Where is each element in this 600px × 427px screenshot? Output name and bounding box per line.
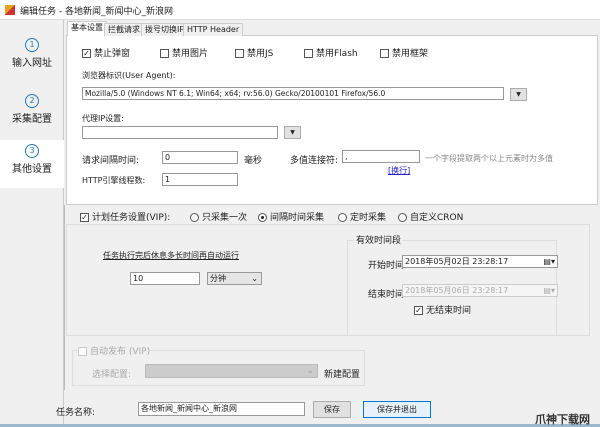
- check-disable-frames[interactable]: 禁用框架: [380, 46, 428, 59]
- period-title: 有效时间段: [354, 233, 404, 246]
- task-name-label: 任务名称:: [56, 408, 96, 418]
- title-bar: 编辑任务 - 各地新闻_新闻中心_新浪网: [0, 0, 600, 20]
- publish-select-label: 选择配置:: [92, 370, 132, 380]
- chevron-down-icon: ⌄: [306, 366, 314, 376]
- check-label: 禁用框架: [392, 49, 429, 59]
- tab-basic[interactable]: 基本设置: [67, 21, 107, 36]
- checkbox[interactable]: ✓: [82, 49, 91, 58]
- check-label: 禁用图片: [172, 49, 209, 59]
- end-label: 结束时间: [368, 290, 405, 300]
- tab-intercept[interactable]: 拦截请求: [104, 23, 144, 36]
- radio-label: 自定义CRON: [410, 213, 464, 223]
- proxy-input[interactable]: [82, 126, 278, 139]
- end-datetime[interactable]: 2018年05月06日 23:28:17 ▤▾: [402, 284, 558, 297]
- checkbox[interactable]: [304, 49, 313, 58]
- check-disable-images[interactable]: 禁用图片: [160, 46, 208, 59]
- rest-unit-select[interactable]: 分钟 ⌄: [207, 272, 262, 285]
- joiner-label: 多值连接符:: [290, 156, 339, 166]
- radio-interval[interactable]: 间隔时间采集: [258, 210, 324, 223]
- publish-config-select[interactable]: ⌄: [145, 364, 318, 378]
- radio[interactable]: [398, 213, 407, 222]
- step-input-url[interactable]: 1 输入网址: [0, 34, 64, 78]
- interval-stepper[interactable]: 0: [162, 151, 238, 164]
- step-label: 输入网址: [12, 58, 52, 69]
- check-disable-flash[interactable]: 禁用Flash: [304, 46, 358, 59]
- radio-timed[interactable]: 定时采集: [338, 210, 386, 223]
- radio-label: 只采集一次: [202, 213, 248, 223]
- publish-label: 自动发布 (VIP): [90, 347, 151, 357]
- radio-label: 间隔时间采集: [270, 213, 325, 223]
- step-label: 其他设置: [12, 164, 52, 175]
- step-collect-config[interactable]: 2 采集配置: [0, 90, 64, 134]
- check-block-popup[interactable]: ✓ 禁止弹窗: [82, 46, 130, 59]
- tab-panel-basic: [66, 35, 598, 205]
- checkbox[interactable]: [235, 49, 244, 58]
- threads-label: HTTP引擎线程数:: [82, 176, 146, 185]
- save-exit-button[interactable]: 保存并退出: [363, 401, 431, 418]
- start-datetime[interactable]: 2018年05月02日 23:28:17 ▤▾: [402, 255, 558, 268]
- end-value: 2018年05月06日 23:28:17: [405, 286, 509, 295]
- start-value: 2018年05月02日 23:28:17: [405, 257, 509, 266]
- start-label: 开始时间: [368, 261, 405, 271]
- radio-label: 定时采集: [350, 213, 387, 223]
- radio[interactable]: [338, 213, 347, 222]
- radio-once[interactable]: 只采集一次: [190, 210, 247, 223]
- checkbox[interactable]: ✓: [414, 306, 423, 315]
- interval-label: 请求间隔时间:: [82, 156, 140, 166]
- check-disable-js[interactable]: 禁用JS: [235, 46, 273, 59]
- check-label: 禁用JS: [247, 49, 274, 59]
- tab-dial-ip[interactable]: 拨号切换IP: [141, 23, 189, 36]
- no-end-label: 无结束时间: [426, 306, 472, 316]
- publish-check[interactable]: 自动发布 (VIP): [78, 344, 151, 357]
- save-button[interactable]: 保存: [313, 401, 351, 418]
- ua-input[interactable]: Mozilla/5.0 (Windows NT 6.1; Win64; x64;…: [82, 87, 504, 100]
- calendar-icon[interactable]: ▤▾: [543, 285, 555, 296]
- step-number: 2: [25, 94, 39, 108]
- checkbox[interactable]: ✓: [80, 213, 89, 222]
- check-label: 禁用Flash: [316, 49, 358, 59]
- joiner-input[interactable]: ,: [342, 150, 420, 163]
- step-label: 采集配置: [12, 114, 52, 125]
- threads-stepper[interactable]: 1: [162, 173, 238, 186]
- checkbox[interactable]: [380, 49, 389, 58]
- proxy-label: 代理IP设置:: [82, 114, 124, 123]
- step-number: 3: [25, 144, 39, 158]
- schedule-check[interactable]: ✓ 计划任务设置(VIP):: [80, 210, 170, 223]
- checkbox[interactable]: [160, 49, 169, 58]
- ua-label: 浏览器标识(User Agent):: [82, 71, 176, 80]
- tab-http-header[interactable]: HTTP Header: [183, 23, 244, 36]
- step-other-settings[interactable]: 3 其他设置: [0, 140, 64, 188]
- main-divider: [64, 205, 65, 390]
- task-name-input[interactable]: 各地新闻_新闻中心_新浪网: [138, 402, 305, 416]
- window-title: 编辑任务 - 各地新闻_新闻中心_新浪网: [20, 7, 173, 17]
- ua-dropdown-button[interactable]: ▼: [510, 88, 527, 101]
- no-end-check[interactable]: ✓ 无结束时间: [414, 303, 471, 316]
- rest-unit-value: 分钟: [210, 274, 226, 283]
- rest-stepper[interactable]: 10: [130, 272, 200, 285]
- radio[interactable]: [190, 213, 199, 222]
- check-label: 禁止弹窗: [94, 49, 131, 59]
- app-icon: [5, 5, 15, 15]
- radio[interactable]: [258, 213, 267, 222]
- proxy-dropdown-button[interactable]: ▼: [284, 126, 301, 139]
- step-number: 1: [25, 38, 39, 52]
- joiner-hint: 一个字段提取两个以上元素时为多值: [425, 154, 553, 163]
- sidebar: 1 输入网址 2 采集配置 3 其他设置: [0, 20, 64, 427]
- radio-cron[interactable]: 自定义CRON: [398, 210, 463, 223]
- checkbox[interactable]: [78, 347, 87, 356]
- interval-unit: 毫秒: [244, 156, 263, 166]
- new-config-link[interactable]: 新建配置: [324, 367, 360, 380]
- rest-text: 任务执行完后休息多长时间再自动运行: [103, 251, 239, 260]
- schedule-label: 计划任务设置(VIP):: [92, 213, 171, 223]
- chevron-down-icon: ⌄: [251, 274, 258, 283]
- watermark: 爪神下载网: [535, 413, 590, 426]
- calendar-icon[interactable]: ▤▾: [543, 256, 555, 267]
- newline-link[interactable]: [换行]: [388, 165, 410, 176]
